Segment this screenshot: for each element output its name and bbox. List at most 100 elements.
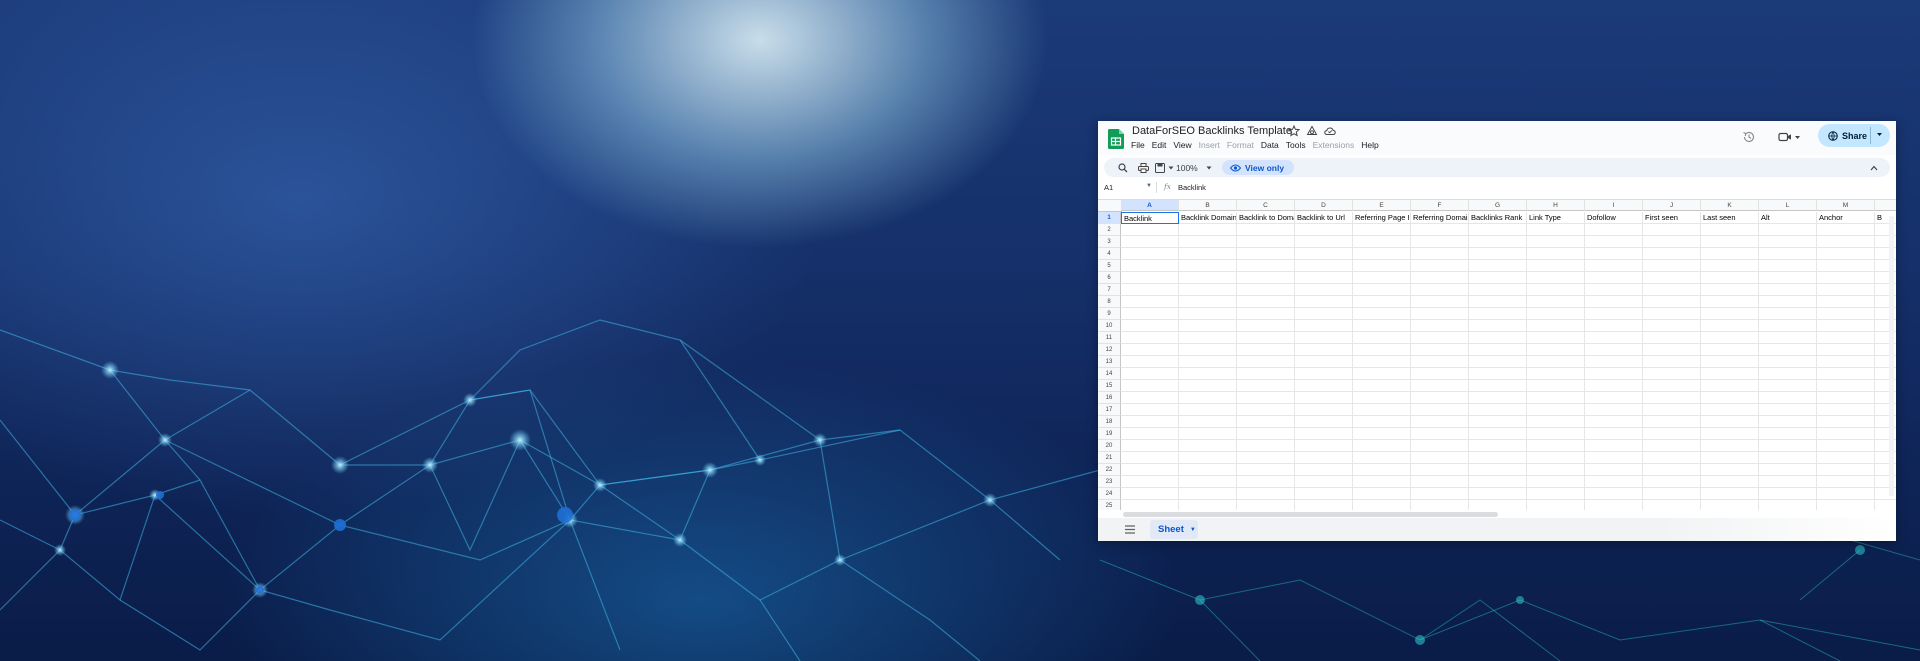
cell-l20[interactable] bbox=[1759, 440, 1817, 452]
cell-a23[interactable] bbox=[1121, 476, 1179, 488]
cell-j17[interactable] bbox=[1643, 404, 1701, 416]
cell-i6[interactable] bbox=[1585, 272, 1643, 284]
cell-b25[interactable] bbox=[1179, 500, 1237, 510]
cell-l13[interactable] bbox=[1759, 356, 1817, 368]
cell-h12[interactable] bbox=[1527, 344, 1585, 356]
save-as-button[interactable] bbox=[1155, 161, 1174, 174]
cell-l2[interactable] bbox=[1759, 224, 1817, 236]
cell-h9[interactable] bbox=[1527, 308, 1585, 320]
cell-f6[interactable] bbox=[1411, 272, 1469, 284]
cell-a14[interactable] bbox=[1121, 368, 1179, 380]
cell-h18[interactable] bbox=[1527, 416, 1585, 428]
cell-a1[interactable]: Backlink bbox=[1121, 212, 1179, 224]
cell-e13[interactable] bbox=[1353, 356, 1411, 368]
cell-h5[interactable] bbox=[1527, 260, 1585, 272]
cell-k15[interactable] bbox=[1701, 380, 1759, 392]
cell-m18[interactable] bbox=[1817, 416, 1875, 428]
cell-i20[interactable] bbox=[1585, 440, 1643, 452]
cell-f21[interactable] bbox=[1411, 452, 1469, 464]
cell-b22[interactable] bbox=[1179, 464, 1237, 476]
cell-g12[interactable] bbox=[1469, 344, 1527, 356]
row-header-7[interactable]: 7 bbox=[1098, 284, 1121, 296]
cell-c14[interactable] bbox=[1237, 368, 1295, 380]
cell-f19[interactable] bbox=[1411, 428, 1469, 440]
cell-l23[interactable] bbox=[1759, 476, 1817, 488]
column-header-m[interactable]: M bbox=[1817, 200, 1875, 211]
cell-c20[interactable] bbox=[1237, 440, 1295, 452]
cell-j2[interactable] bbox=[1643, 224, 1701, 236]
cell-l22[interactable] bbox=[1759, 464, 1817, 476]
cell-g3[interactable] bbox=[1469, 236, 1527, 248]
cell-b17[interactable] bbox=[1179, 404, 1237, 416]
cell-d16[interactable] bbox=[1295, 392, 1353, 404]
cell-d6[interactable] bbox=[1295, 272, 1353, 284]
cell-j22[interactable] bbox=[1643, 464, 1701, 476]
cell-i8[interactable] bbox=[1585, 296, 1643, 308]
cell-g2[interactable] bbox=[1469, 224, 1527, 236]
cell-c17[interactable] bbox=[1237, 404, 1295, 416]
cell-k5[interactable] bbox=[1701, 260, 1759, 272]
cell-e6[interactable] bbox=[1353, 272, 1411, 284]
menu-view[interactable]: View bbox=[1173, 140, 1191, 150]
cell-i21[interactable] bbox=[1585, 452, 1643, 464]
cell-c6[interactable] bbox=[1237, 272, 1295, 284]
cell-d11[interactable] bbox=[1295, 332, 1353, 344]
cell-d20[interactable] bbox=[1295, 440, 1353, 452]
column-header-j[interactable]: J bbox=[1643, 200, 1701, 211]
cell-f17[interactable] bbox=[1411, 404, 1469, 416]
cell-h7[interactable] bbox=[1527, 284, 1585, 296]
cell-c11[interactable] bbox=[1237, 332, 1295, 344]
cell-g5[interactable] bbox=[1469, 260, 1527, 272]
cell-area[interactable]: BacklinkBacklink DomainBacklink to Domai… bbox=[1121, 212, 1896, 510]
column-header-i[interactable]: I bbox=[1585, 200, 1643, 211]
cloud-status-icon[interactable] bbox=[1324, 125, 1336, 137]
cell-i13[interactable] bbox=[1585, 356, 1643, 368]
row-header-12[interactable]: 12 bbox=[1098, 344, 1121, 356]
cell-c13[interactable] bbox=[1237, 356, 1295, 368]
cell-c24[interactable] bbox=[1237, 488, 1295, 500]
cell-e16[interactable] bbox=[1353, 392, 1411, 404]
sheets-logo-icon[interactable] bbox=[1108, 129, 1124, 149]
cell-i18[interactable] bbox=[1585, 416, 1643, 428]
cell-f18[interactable] bbox=[1411, 416, 1469, 428]
cell-a22[interactable] bbox=[1121, 464, 1179, 476]
cell-g6[interactable] bbox=[1469, 272, 1527, 284]
cell-g15[interactable] bbox=[1469, 380, 1527, 392]
cell-g21[interactable] bbox=[1469, 452, 1527, 464]
cell-b14[interactable] bbox=[1179, 368, 1237, 380]
cell-a19[interactable] bbox=[1121, 428, 1179, 440]
cell-b10[interactable] bbox=[1179, 320, 1237, 332]
cell-g10[interactable] bbox=[1469, 320, 1527, 332]
cell-h21[interactable] bbox=[1527, 452, 1585, 464]
cell-b20[interactable] bbox=[1179, 440, 1237, 452]
cell-m17[interactable] bbox=[1817, 404, 1875, 416]
row-header-14[interactable]: 14 bbox=[1098, 368, 1121, 380]
cell-g4[interactable] bbox=[1469, 248, 1527, 260]
cell-h25[interactable] bbox=[1527, 500, 1585, 510]
cell-a10[interactable] bbox=[1121, 320, 1179, 332]
cell-k13[interactable] bbox=[1701, 356, 1759, 368]
cell-i2[interactable] bbox=[1585, 224, 1643, 236]
cell-e22[interactable] bbox=[1353, 464, 1411, 476]
row-header-3[interactable]: 3 bbox=[1098, 236, 1121, 248]
cell-l19[interactable] bbox=[1759, 428, 1817, 440]
cell-d21[interactable] bbox=[1295, 452, 1353, 464]
cell-d19[interactable] bbox=[1295, 428, 1353, 440]
cell-g11[interactable] bbox=[1469, 332, 1527, 344]
cell-i17[interactable] bbox=[1585, 404, 1643, 416]
version-history-icon[interactable] bbox=[1742, 130, 1756, 144]
cell-e1[interactable]: Referring Page IP bbox=[1353, 212, 1411, 224]
cell-g18[interactable] bbox=[1469, 416, 1527, 428]
row-header-22[interactable]: 22 bbox=[1098, 464, 1121, 476]
row-header-19[interactable]: 19 bbox=[1098, 428, 1121, 440]
cell-e15[interactable] bbox=[1353, 380, 1411, 392]
cell-d24[interactable] bbox=[1295, 488, 1353, 500]
cell-d8[interactable] bbox=[1295, 296, 1353, 308]
cell-a12[interactable] bbox=[1121, 344, 1179, 356]
cell-f25[interactable] bbox=[1411, 500, 1469, 510]
cell-b12[interactable] bbox=[1179, 344, 1237, 356]
cell-h22[interactable] bbox=[1527, 464, 1585, 476]
cell-i7[interactable] bbox=[1585, 284, 1643, 296]
cell-i9[interactable] bbox=[1585, 308, 1643, 320]
star-icon[interactable] bbox=[1288, 125, 1300, 137]
